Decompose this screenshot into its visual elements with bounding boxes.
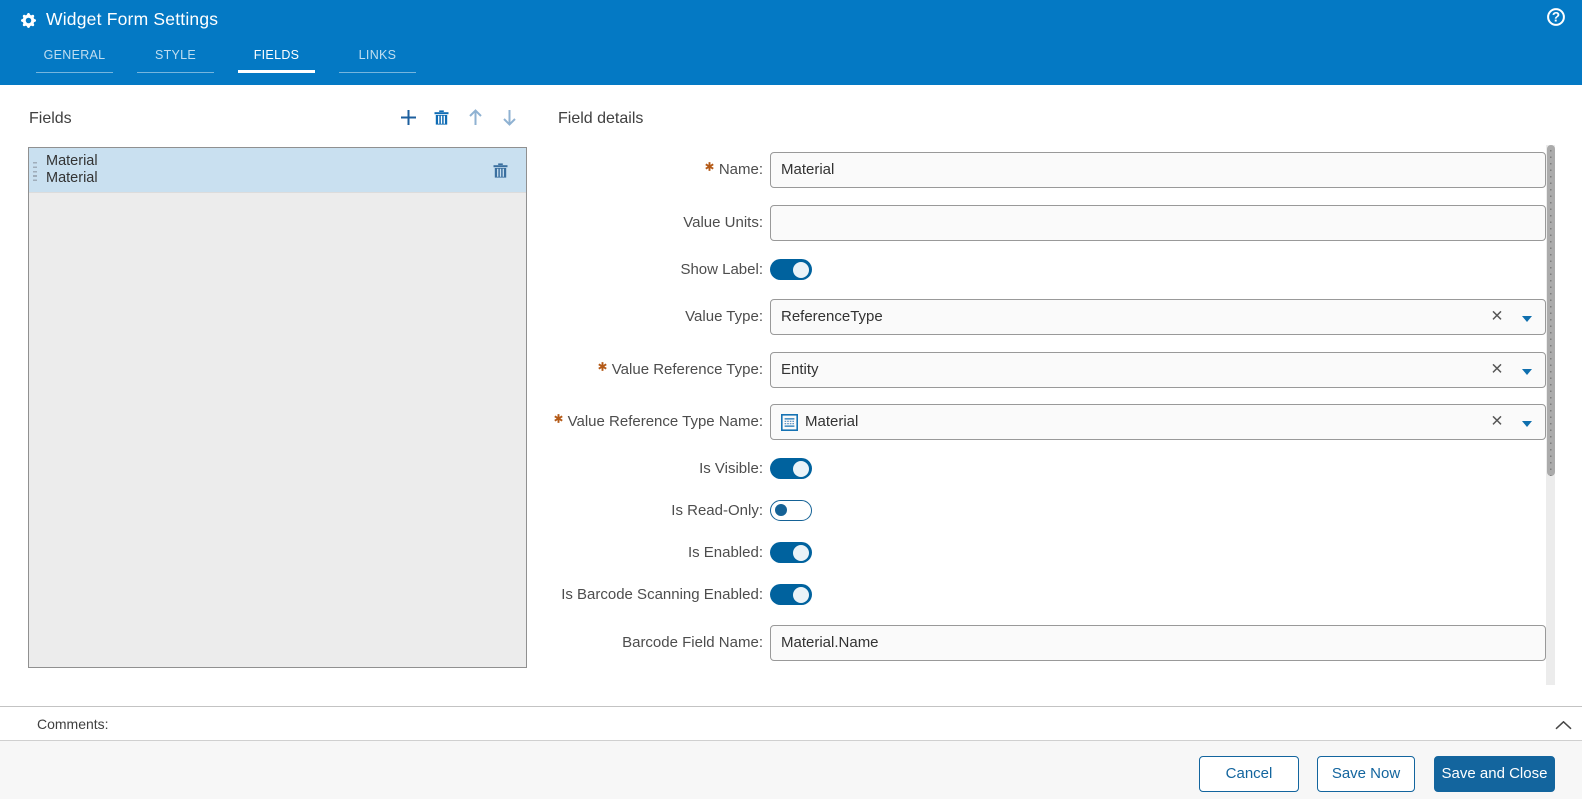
svg-text:?: ? bbox=[1552, 10, 1560, 25]
